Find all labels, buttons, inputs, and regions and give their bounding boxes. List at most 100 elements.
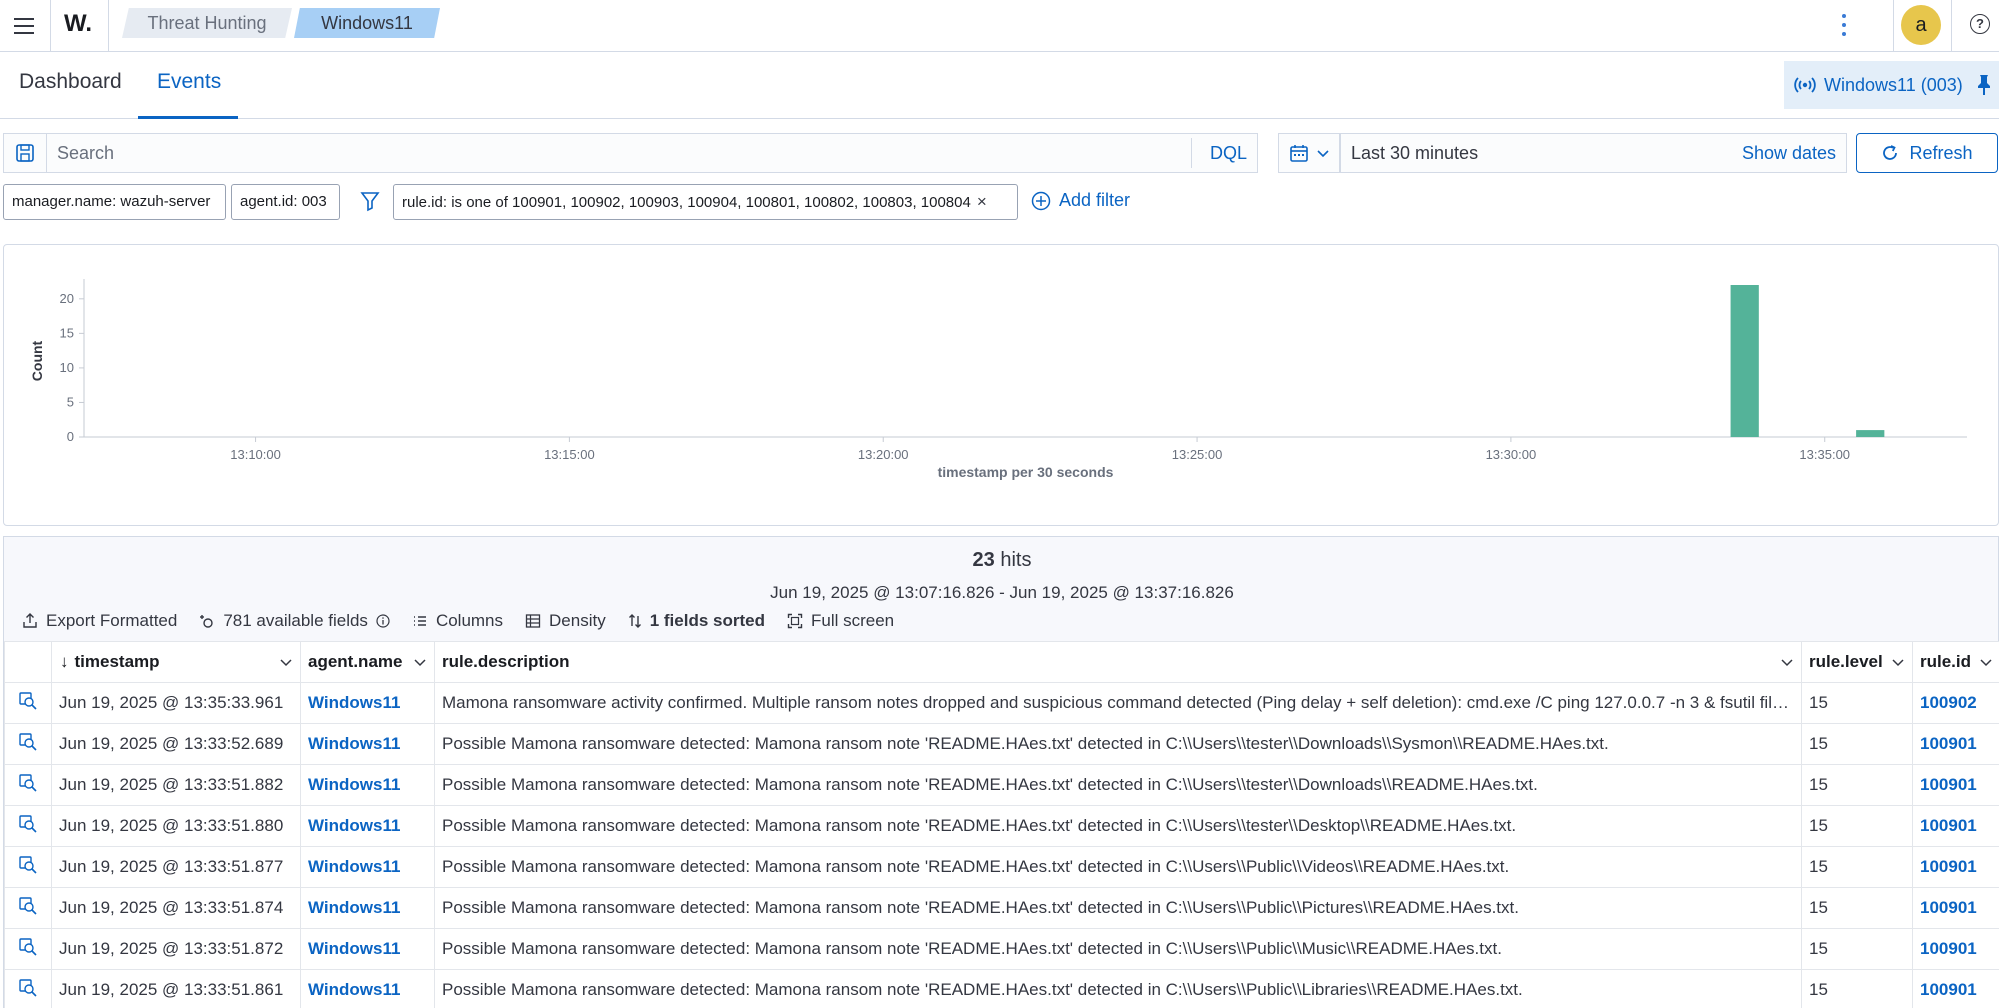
cell-rule-id[interactable]: 100901 <box>1912 764 1999 806</box>
user-avatar[interactable]: a <box>1901 5 1941 45</box>
table-row[interactable]: Jun 19, 2025 @ 13:33:51.880 Windows11 Poss… <box>4 805 1999 847</box>
inspect-button[interactable] <box>4 928 52 970</box>
info-icon[interactable] <box>376 614 390 628</box>
tab-events[interactable]: Events <box>157 70 221 94</box>
cell-rule-id[interactable]: 100902 <box>1912 682 1999 724</box>
chevron-down-icon <box>1317 150 1329 158</box>
sort-label: 1 fields sorted <box>649 611 765 630</box>
table-row[interactable]: Jun 19, 2025 @ 13:33:52.689 Windows11 Poss… <box>4 723 1999 765</box>
cell-agent-name[interactable]: Windows11 <box>300 887 435 929</box>
breadcrumb-threat-hunting[interactable]: Threat Hunting <box>122 8 292 38</box>
cell-rule-id[interactable]: 100901 <box>1912 846 1999 888</box>
histogram-chart: 0 5 10 15 20 13:10:00 13:15:00 13:20:00 13:25:00… <box>29 279 1967 480</box>
query-language-button[interactable]: DQL <box>1210 134 1247 172</box>
cell-rule-id[interactable]: 100901 <box>1912 969 1999 1008</box>
inspect-button[interactable] <box>4 682 52 724</box>
column-header-rule-description[interactable]: rule.description <box>434 641 1802 683</box>
cell-rule-id[interactable]: 100901 <box>1912 887 1999 929</box>
chevron-down-icon[interactable] <box>1980 652 1992 672</box>
fullscreen-button[interactable]: Full screen <box>787 611 894 631</box>
tab-dashboard[interactable]: Dashboard <box>19 70 122 94</box>
cell-agent-name[interactable]: Windows11 <box>300 928 435 970</box>
sort-icon <box>628 614 641 628</box>
table-row[interactable]: Jun 19, 2025 @ 13:33:51.861 Windows11 Poss… <box>4 969 1999 1008</box>
table-row[interactable]: Jun 19, 2025 @ 13:33:51.872 Windows11 Poss… <box>4 928 1999 970</box>
table-row[interactable]: Jun 19, 2025 @ 13:33:51.874 Windows11 Poss… <box>4 887 1999 929</box>
sort-down-icon[interactable]: ↓ <box>60 652 69 671</box>
inspect-button[interactable] <box>4 723 52 765</box>
cell-rule-level: 15 <box>1801 764 1913 806</box>
x-tick-label: 13:15:00 <box>544 447 595 462</box>
cell-timestamp: Jun 19, 2025 @ 13:33:51.877 <box>51 846 301 888</box>
cell-rule-id[interactable]: 100901 <box>1912 928 1999 970</box>
columns-label: Columns <box>435 611 504 630</box>
inspect-button[interactable] <box>4 969 52 1008</box>
inspect-icon <box>19 814 37 833</box>
cell-rule-description: Mamona ransomware activity confirmed. Mu… <box>434 682 1802 724</box>
pinned-agent-badge[interactable]: Windows11 (003) <box>1784 61 1999 109</box>
breadcrumb-windows11[interactable]: Windows11 <box>294 8 440 38</box>
cell-rule-level: 15 <box>1801 846 1913 888</box>
pin-icon[interactable] <box>1975 74 1993 96</box>
table-row[interactable]: Jun 19, 2025 @ 13:33:51.877 Windows11 Poss… <box>4 846 1999 888</box>
add-filter-button[interactable]: Add filter <box>1031 190 1130 211</box>
inspect-button[interactable] <box>4 805 52 847</box>
cell-agent-name[interactable]: Windows11 <box>300 723 435 765</box>
date-picker-button[interactable] <box>1278 133 1340 173</box>
time-range-display[interactable]: Last 30 minutes Show dates <box>1340 133 1847 173</box>
column-header-rule-id[interactable]: rule.id <box>1912 641 1999 683</box>
chevron-down-icon[interactable] <box>280 652 292 672</box>
inspect-button[interactable] <box>4 846 52 888</box>
menu-icon[interactable] <box>8 10 40 42</box>
divider <box>1951 0 1952 52</box>
search-input[interactable]: Search DQL <box>46 133 1258 173</box>
fullscreen-label: Full screen <box>810 611 895 630</box>
inspect-button[interactable] <box>4 887 52 929</box>
column-header-rule-level[interactable]: rule.level <box>1801 641 1913 683</box>
cell-agent-name[interactable]: Windows11 <box>300 969 435 1008</box>
available-fields-button[interactable]: 781 available fields <box>199 611 390 631</box>
close-icon[interactable]: × <box>977 192 987 211</box>
filter-pill-rule[interactable]: rule.id: is one of 100901, 100902, 10090… <box>393 184 1018 220</box>
x-axis-label: timestamp per 30 seconds <box>938 464 1114 480</box>
cell-timestamp: Jun 19, 2025 @ 13:33:51.861 <box>51 969 301 1008</box>
more-options-icon[interactable] <box>1836 12 1852 38</box>
table-row[interactable]: Jun 19, 2025 @ 13:35:33.961 Windows11 Mamo… <box>4 682 1999 724</box>
export-button[interactable]: Export Formatted <box>22 611 177 631</box>
cell-agent-name[interactable]: Windows11 <box>300 846 435 888</box>
cell-agent-name[interactable]: Windows11 <box>300 682 435 724</box>
density-button[interactable]: Density <box>525 611 606 631</box>
y-tick-label: 5 <box>67 394 74 409</box>
cell-agent-name[interactable]: Windows11 <box>300 805 435 847</box>
filter-pill-manager[interactable]: manager.name: wazuh-server <box>3 184 226 220</box>
chevron-down-icon[interactable] <box>1781 652 1793 672</box>
cell-timestamp: Jun 19, 2025 @ 13:33:51.882 <box>51 764 301 806</box>
app-logo[interactable]: W. <box>64 10 92 38</box>
chevron-down-icon[interactable] <box>414 652 426 672</box>
x-tick-label: 13:30:00 <box>1486 447 1537 462</box>
column-header-timestamp[interactable]: ↓ timestamp <box>51 641 301 683</box>
table-row[interactable]: Jun 19, 2025 @ 13:33:51.882 Windows11 Poss… <box>4 764 1999 806</box>
saved-query-button[interactable] <box>3 133 47 173</box>
columns-button[interactable]: Columns <box>412 611 503 631</box>
column-header-agent-name[interactable]: agent.name <box>300 641 435 683</box>
inspect-icon <box>19 691 37 710</box>
filter-pill-agent[interactable]: agent.id: 003 <box>231 184 340 220</box>
chevron-down-icon[interactable] <box>1892 652 1904 672</box>
show-dates-link[interactable]: Show dates <box>1742 134 1836 172</box>
inspect-button[interactable] <box>4 764 52 806</box>
divider <box>108 0 109 52</box>
cell-agent-name[interactable]: Windows11 <box>300 764 435 806</box>
refresh-button[interactable]: Refresh <box>1856 133 1998 173</box>
cell-rule-id[interactable]: 100901 <box>1912 723 1999 765</box>
sort-button[interactable]: 1 fields sorted <box>628 611 765 631</box>
y-tick-label: 10 <box>60 360 74 375</box>
help-icon[interactable]: ? <box>1970 14 1990 34</box>
cell-timestamp: Jun 19, 2025 @ 13:33:51.874 <box>51 887 301 929</box>
filter-icon[interactable] <box>360 190 380 212</box>
cell-rule-id[interactable]: 100901 <box>1912 805 1999 847</box>
antenna-icon <box>1794 77 1816 93</box>
expand-column-header <box>4 641 52 683</box>
column-label-rule-level: rule.level <box>1809 652 1883 671</box>
hits-label: hits <box>1000 549 1032 571</box>
